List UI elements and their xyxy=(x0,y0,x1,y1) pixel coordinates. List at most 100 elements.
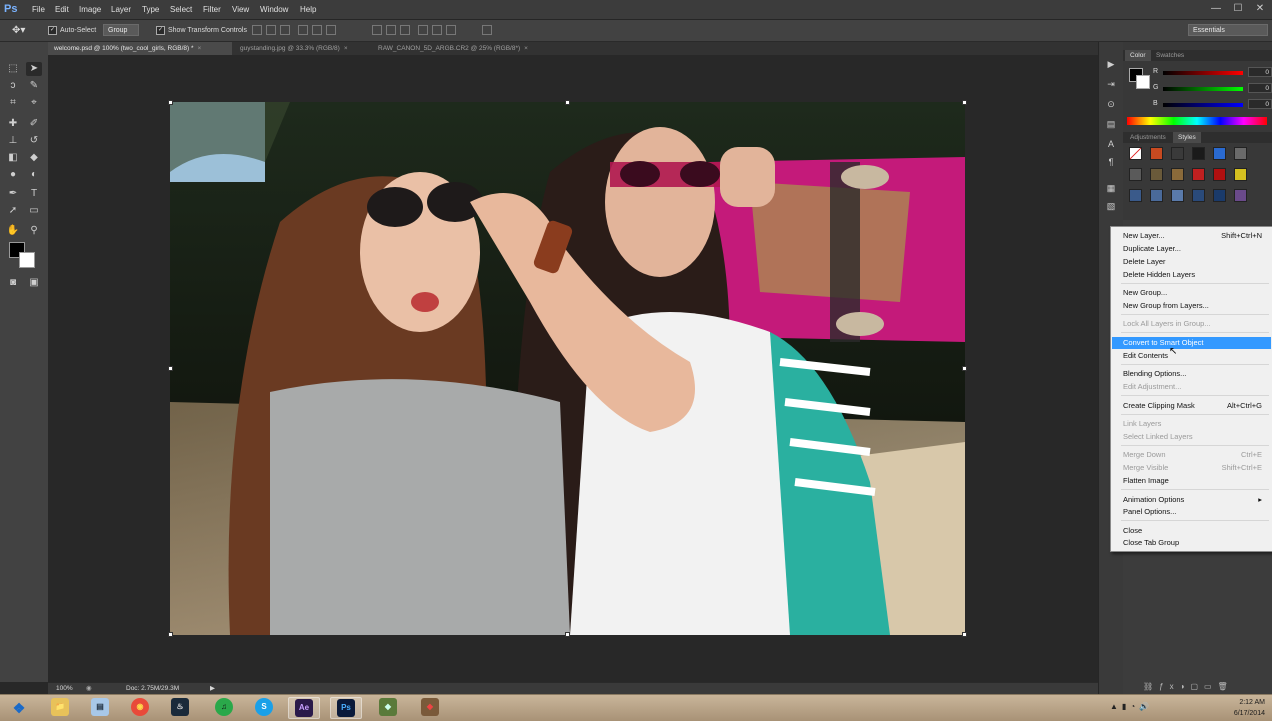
taskbar-app[interactable]: Ae xyxy=(288,697,320,719)
workspace-dropdown[interactable]: Essentials xyxy=(1188,24,1268,36)
crop-tool-icon[interactable]: ⌗ xyxy=(5,96,21,110)
menu-type[interactable]: Type xyxy=(142,0,159,19)
menu-item-close-tab-group[interactable]: Close Tab Group xyxy=(1112,537,1271,549)
align-vcenter-icon[interactable] xyxy=(266,25,276,35)
zoom-tool-icon[interactable]: ⚲ xyxy=(26,224,42,238)
menu-item-close[interactable]: Close xyxy=(1112,525,1271,537)
align-left-icon[interactable] xyxy=(298,25,308,35)
distribute-top-icon[interactable] xyxy=(372,25,382,35)
distribute-left-icon[interactable] xyxy=(418,25,428,35)
taskbar-app[interactable]: ♫ xyxy=(208,697,240,719)
layer-footer-icons[interactable]: ⛓ƒx◑▢▭🗑 xyxy=(1143,682,1234,691)
dodge-tool-icon[interactable]: ◐ xyxy=(26,168,42,182)
align-top-icon[interactable] xyxy=(252,25,262,35)
close-icon[interactable]: × xyxy=(524,45,528,52)
document-image[interactable] xyxy=(170,102,965,635)
menu-view[interactable]: View xyxy=(232,0,249,19)
rectangle-tool-icon[interactable]: ▭ xyxy=(26,204,42,218)
transform-handle[interactable] xyxy=(565,100,570,105)
close-window-button[interactable]: ✕ xyxy=(1252,2,1268,16)
taskbar-app[interactable]: ◆ xyxy=(372,697,404,719)
taskbar-clock[interactable]: 2:12 AM 6/17/2014 xyxy=(1205,695,1265,721)
menu-item-duplicate-layer[interactable]: Duplicate Layer... xyxy=(1112,243,1271,255)
play-icon[interactable]: ▶ xyxy=(1105,58,1117,70)
distribute-hcenter-icon[interactable] xyxy=(432,25,442,35)
blur-tool-icon[interactable]: ● xyxy=(5,168,21,182)
close-icon[interactable]: × xyxy=(198,45,202,52)
menu-layer[interactable]: Layer xyxy=(111,0,131,19)
transform-handle[interactable] xyxy=(168,100,173,105)
path-select-tool-icon[interactable]: ➚ xyxy=(5,204,21,218)
color-spectrum-bar[interactable] xyxy=(1127,117,1267,125)
show-transform-checkbox[interactable]: ✓ Show Transform Controls xyxy=(156,20,247,41)
bg-color-chip[interactable] xyxy=(1136,75,1150,89)
system-tray-icons[interactable]: ▲▮◔🔊 xyxy=(1110,702,1153,711)
menu-item-panel-options[interactable]: Panel Options... xyxy=(1112,506,1271,518)
history-brush-tool-icon[interactable]: ↺ xyxy=(26,134,42,148)
slider-track[interactable] xyxy=(1163,71,1243,75)
menu-window[interactable]: Window xyxy=(260,0,288,19)
taskbar-app[interactable]: Ps xyxy=(330,697,362,719)
menu-item-edit-contents[interactable]: Edit Contents xyxy=(1112,350,1271,362)
taskbar-app[interactable]: 📁 xyxy=(44,697,76,719)
auto-select-dropdown[interactable]: Group xyxy=(103,24,139,36)
menu-item-convert-smart-object[interactable]: Convert to Smart Object xyxy=(1112,337,1271,349)
distribute-right-icon[interactable] xyxy=(446,25,456,35)
healing-brush-tool-icon[interactable]: ✚ xyxy=(5,117,21,131)
distribute-vcenter-icon[interactable] xyxy=(386,25,396,35)
style-swatch[interactable] xyxy=(1129,189,1142,202)
maximize-button[interactable]: ☐ xyxy=(1230,2,1246,16)
style-swatch[interactable] xyxy=(1150,147,1163,160)
style-swatch[interactable] xyxy=(1213,147,1226,160)
brush-panel-icon[interactable]: ▦ xyxy=(1105,182,1117,194)
style-swatch[interactable] xyxy=(1171,147,1184,160)
taskbar-app[interactable]: ▤ xyxy=(84,697,116,719)
tab-adjustments[interactable]: Adjustments xyxy=(1125,132,1171,143)
tab-welcome[interactable]: welcome.psd @ 100% (two_cool_girls, RGB/… xyxy=(48,42,232,55)
tab-guystanding[interactable]: guystanding.jpg @ 33.3% (RGB/8) × xyxy=(234,42,370,55)
pen-tool-icon[interactable]: ✒ xyxy=(5,187,21,201)
eraser-tool-icon[interactable]: ◧ xyxy=(5,151,21,165)
slider-value[interactable]: 0 xyxy=(1248,99,1272,109)
transform-handle[interactable] xyxy=(168,366,173,371)
style-swatch[interactable] xyxy=(1234,189,1247,202)
taskbar-app[interactable]: ♨ xyxy=(164,697,196,719)
style-swatch[interactable] xyxy=(1192,189,1205,202)
slider-value[interactable]: 0 xyxy=(1248,67,1272,77)
style-swatch[interactable] xyxy=(1213,168,1226,181)
transform-handle[interactable] xyxy=(962,366,967,371)
move-tool-icon[interactable]: ➤ xyxy=(26,62,42,76)
style-swatch[interactable] xyxy=(1192,147,1205,160)
lasso-tool-icon[interactable]: ↄ xyxy=(5,79,21,93)
taskbar-app[interactable]: ◉ xyxy=(124,697,156,719)
menu-item-new-layer[interactable]: New Layer... Shift+Ctrl+N xyxy=(1112,230,1271,242)
taskbar-app[interactable]: S xyxy=(248,697,280,719)
brush-tool-icon[interactable]: ✐ xyxy=(26,117,42,131)
background-color-swatch[interactable] xyxy=(19,252,35,268)
auto-align-icon[interactable] xyxy=(482,25,492,35)
style-swatch[interactable] xyxy=(1234,147,1247,160)
tab-styles[interactable]: Styles xyxy=(1173,132,1201,143)
move-tool-icon[interactable]: ✥▾ xyxy=(12,20,25,41)
menu-edit[interactable]: Edit xyxy=(55,0,69,19)
style-swatch[interactable] xyxy=(1192,168,1205,181)
style-swatch[interactable] xyxy=(1129,168,1142,181)
style-swatch[interactable] xyxy=(1129,147,1142,160)
quick-mask-icon[interactable]: ◙ xyxy=(5,276,21,290)
transform-handle[interactable] xyxy=(565,632,570,637)
menu-item-delete-hidden[interactable]: Delete Hidden Layers xyxy=(1112,269,1271,281)
transform-handle[interactable] xyxy=(168,632,173,637)
style-swatch[interactable] xyxy=(1171,189,1184,202)
tab-color[interactable]: Color xyxy=(1125,50,1151,61)
style-swatch[interactable] xyxy=(1213,189,1226,202)
menu-item-new-group-from-layers[interactable]: New Group from Layers... xyxy=(1112,300,1271,312)
auto-select-checkbox[interactable]: ✓ Auto-Select xyxy=(48,20,96,41)
eyedropper-tool-icon[interactable]: ⌖ xyxy=(26,96,42,110)
align-right-icon[interactable] xyxy=(326,25,336,35)
slider-track[interactable] xyxy=(1163,87,1243,91)
quick-select-tool-icon[interactable]: ✎ xyxy=(26,79,42,93)
menu-item-animation-options[interactable]: Animation Options ▸ xyxy=(1112,494,1271,506)
transform-handle[interactable] xyxy=(962,100,967,105)
style-swatch[interactable] xyxy=(1234,168,1247,181)
character-icon[interactable]: A xyxy=(1105,138,1117,150)
